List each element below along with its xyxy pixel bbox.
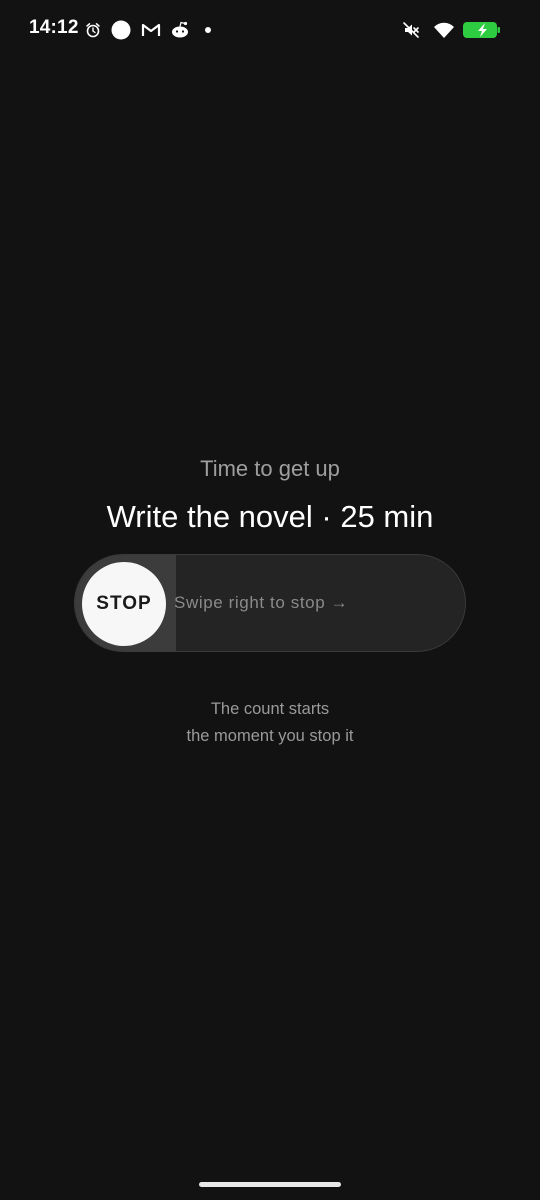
- caption-line-1: The count starts: [210, 700, 330, 718]
- stop-knob[interactable]: STOP: [82, 562, 166, 646]
- subtitle: Time to get up: [200, 456, 340, 481]
- alarm-icon: [84, 20, 102, 40]
- slider-hint: Swipe right to stop →: [174, 593, 349, 612]
- dot-icon: [202, 20, 214, 40]
- gmail-icon: [140, 20, 162, 40]
- caption-line-2: the moment you stop it: [186, 727, 354, 745]
- status-bar: 14:12: [0, 0, 540, 60]
- task-title: Write the novel · 25 min: [106, 499, 434, 534]
- swipe-to-stop-slider[interactable]: Swipe right to stop → STOP: [74, 554, 466, 652]
- battery-charging-icon: [462, 20, 504, 40]
- caption: The count starts the moment you stop it: [0, 696, 540, 750]
- circle-icon: [111, 20, 131, 40]
- reddit-icon: [169, 20, 191, 40]
- stop-knob-label: STOP: [96, 593, 152, 614]
- status-time: 14:12: [29, 17, 79, 38]
- home-indicator[interactable]: [199, 1182, 341, 1187]
- wifi-icon: [432, 20, 456, 40]
- mute-icon: [401, 20, 421, 40]
